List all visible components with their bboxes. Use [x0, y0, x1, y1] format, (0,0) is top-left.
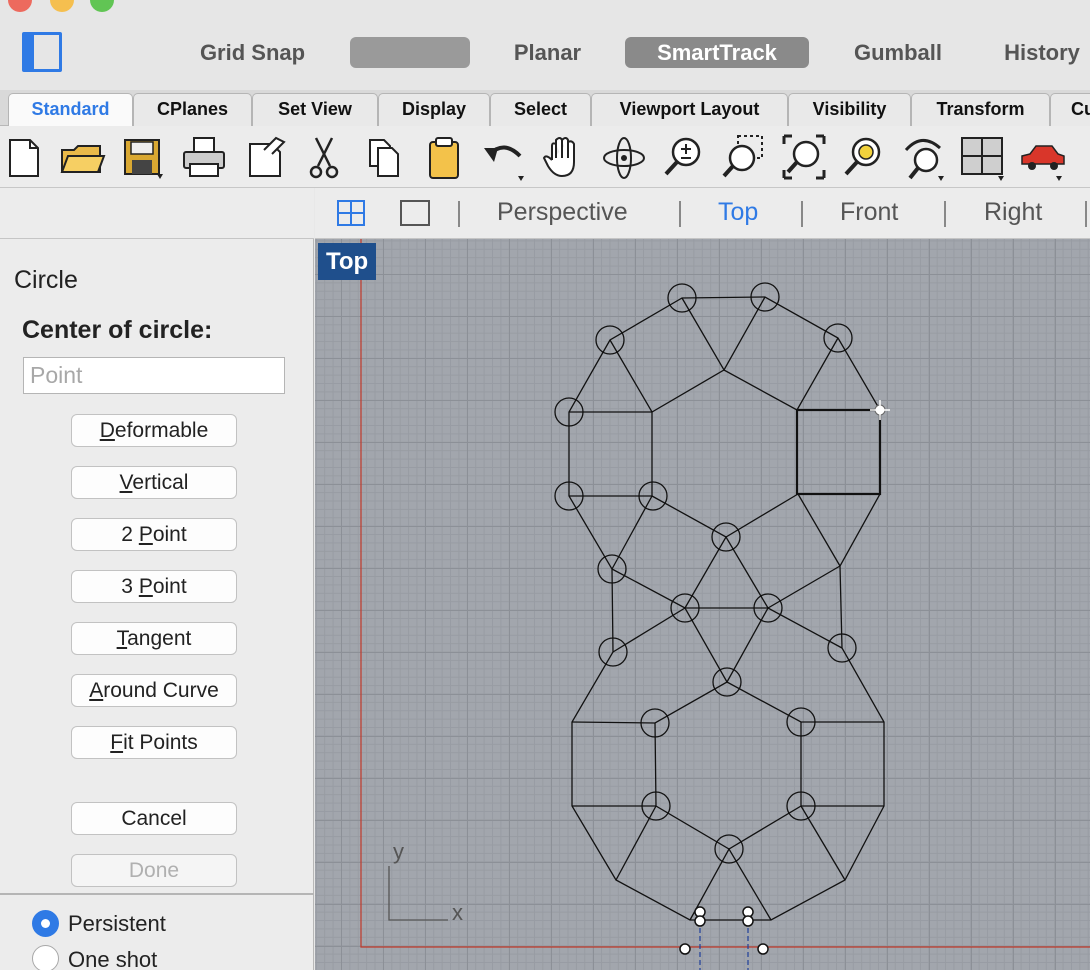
tab-right[interactable]: Right — [984, 198, 1042, 227]
zoom-window-icon[interactable] — [720, 132, 768, 182]
grid-boundary-line — [360, 239, 1090, 948]
one-shot-label: One shot — [68, 947, 158, 970]
tab-set-view[interactable]: Set View — [252, 93, 378, 126]
tab-visibility[interactable]: Visibility — [788, 93, 911, 126]
tab-viewport-layout[interactable]: Viewport Layout — [591, 93, 788, 126]
close-window-button[interactable] — [8, 0, 32, 12]
tab-perspective[interactable]: Perspective — [497, 198, 628, 227]
single-view-layout-icon[interactable] — [400, 200, 430, 226]
tab-standard[interactable]: Standard — [8, 93, 133, 126]
done-button[interactable]: Done — [71, 854, 237, 887]
around-curve-button[interactable]: Around Curve — [71, 674, 237, 707]
grid-snap-toggle[interactable]: Grid Snap — [180, 37, 325, 68]
command-title: Circle — [14, 266, 78, 294]
undo-view-icon[interactable] — [900, 132, 948, 182]
rotate-view-icon[interactable] — [600, 132, 648, 182]
undo-icon[interactable] — [480, 132, 528, 182]
sidebar-toggle-icon[interactable] — [22, 32, 62, 72]
ortho-toggle[interactable] — [350, 37, 470, 68]
copy-icon[interactable] — [360, 132, 408, 182]
cursor-crosshair-icon — [870, 400, 890, 420]
cancel-button[interactable]: Cancel — [71, 802, 237, 835]
print-icon[interactable] — [180, 132, 228, 182]
command-prompt: Center of circle: — [22, 316, 213, 344]
pan-hand-icon[interactable] — [540, 132, 588, 182]
tab-separator — [801, 201, 803, 227]
tab-cplanes[interactable]: CPlanes — [133, 93, 252, 126]
tab-transform[interactable]: Transform — [911, 93, 1050, 126]
four-viewports-icon[interactable] — [958, 132, 1006, 182]
one-shot-radio[interactable] — [32, 945, 59, 970]
rhino-window: Grid Snap Planar SmartTrack Gumball Hist… — [0, 0, 1090, 970]
world-axes-icon — [388, 866, 448, 921]
zoom-selected-icon[interactable] — [840, 132, 888, 182]
fit-points-button[interactable]: Fit Points — [71, 726, 237, 759]
paste-icon[interactable] — [420, 132, 468, 182]
tab-separator — [1085, 201, 1087, 227]
import-icon[interactable] — [242, 132, 290, 182]
tab-front[interactable]: Front — [840, 198, 898, 227]
command-panel-header — [0, 188, 314, 239]
render-car-icon[interactable] — [1018, 132, 1066, 182]
mesh-edges — [568, 296, 885, 921]
tangent-button[interactable]: Tangent — [71, 622, 237, 655]
axis-y-label: y — [393, 839, 404, 864]
open-folder-icon[interactable] — [58, 132, 106, 182]
minimize-window-button[interactable] — [50, 0, 74, 12]
toolbar-tabs: Standard CPlanes Set View Display Select… — [0, 90, 1090, 126]
panel-divider — [0, 893, 314, 895]
zoom-extents-icon[interactable] — [780, 132, 828, 182]
new-file-icon[interactable] — [0, 132, 48, 182]
cut-icon[interactable] — [300, 132, 348, 182]
control-points — [679, 906, 769, 970]
persistent-radio[interactable] — [32, 910, 59, 937]
tab-curve-tools[interactable]: Cu — [1050, 93, 1090, 126]
tab-top[interactable]: Top — [718, 198, 758, 227]
standard-toolbar — [0, 126, 1090, 188]
persistent-label: Persistent — [68, 911, 166, 936]
history-toggle[interactable]: History — [982, 37, 1090, 68]
tab-separator — [944, 201, 946, 227]
two-point-button[interactable]: 2 Point — [71, 518, 237, 551]
title-bar: Grid Snap Planar SmartTrack Gumball Hist… — [0, 0, 1090, 90]
three-point-button[interactable]: 3 Point — [71, 570, 237, 603]
zoom-in-out-icon[interactable] — [660, 132, 708, 182]
viewport-tabs: Perspective Top Front Right — [315, 188, 1090, 239]
point-input[interactable] — [23, 357, 285, 394]
smarttrack-toggle[interactable]: SmartTrack — [625, 37, 809, 68]
save-icon[interactable] — [119, 132, 167, 182]
deformable-button[interactable]: Deformable — [71, 414, 237, 447]
tab-display[interactable]: Display — [378, 93, 490, 126]
gumball-toggle[interactable]: Gumball — [830, 37, 966, 68]
top-viewport[interactable]: Top y x — [315, 239, 1090, 970]
axis-x-label: x — [452, 900, 463, 925]
command-panel: Circle Center of circle: Deformable Vert… — [0, 188, 314, 970]
vertical-button[interactable]: Vertical — [71, 466, 237, 499]
selected-square[interactable] — [795, 408, 882, 496]
model-drawing[interactable] — [315, 239, 1090, 970]
four-view-layout-icon[interactable] — [337, 200, 365, 226]
tab-select[interactable]: Select — [490, 93, 591, 126]
viewport-label[interactable]: Top — [318, 243, 377, 280]
zoom-window-button[interactable] — [90, 0, 114, 12]
planar-toggle[interactable]: Planar — [490, 37, 605, 68]
tab-separator — [458, 201, 460, 227]
tab-separator — [679, 201, 681, 227]
